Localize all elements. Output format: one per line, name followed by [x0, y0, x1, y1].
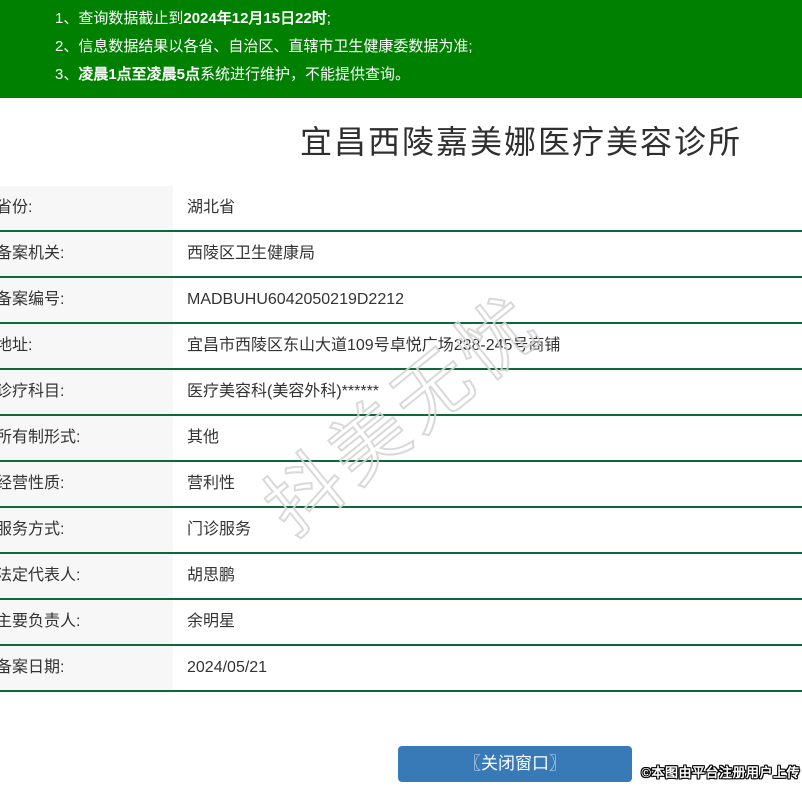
notice-text: ; — [326, 10, 331, 27]
table-row-filing-date: 备案日期: 2024/05/21 — [0, 646, 802, 692]
notice-text: 查询数据截止到 — [78, 10, 184, 27]
field-value: 余明星 — [173, 600, 802, 644]
upload-credit-watermark: ©本图由平台注册用户上传 — [641, 765, 800, 780]
field-value: 西陵区卫生健康局 — [173, 232, 802, 276]
table-row-principal: 主要负责人: 余明星 — [0, 600, 802, 646]
record-table: 省份: 湖北省 备案机关: 西陵区卫生健康局 备案编号: MADBUHU6042… — [0, 186, 802, 692]
table-row-service-mode: 服务方式: 门诊服务 — [0, 508, 802, 554]
notice-item-2: 2、信息数据结果以各省、自治区、直辖市卫生健康委数据为准; — [55, 33, 792, 61]
table-row-legal-representative: 法定代表人: 胡思鹏 — [0, 554, 802, 600]
field-label: 诊疗科目: — [0, 370, 173, 414]
field-value: 2024/05/21 — [173, 646, 802, 690]
field-label: 服务方式: — [0, 508, 173, 552]
notice-text: 系统进行维护，不能提供查询。 — [200, 66, 411, 83]
table-row-operating-nature: 经营性质: 营利性 — [0, 462, 802, 508]
field-value: MADBUHU6042050219D2212 — [173, 278, 802, 322]
field-value: 其他 — [173, 416, 802, 460]
field-value: 门诊服务 — [173, 508, 802, 552]
table-row-filing-authority: 备案机关: 西陵区卫生健康局 — [0, 232, 802, 278]
field-label: 备案机关: — [0, 232, 173, 276]
field-label: 省份: — [0, 186, 173, 230]
notice-text: 信息数据结果以各省、自治区、直辖市卫生健康委数据为准; — [78, 38, 473, 55]
notice-text-bold: 2024年12月15日22时 — [183, 10, 327, 27]
field-label: 地址: — [0, 324, 173, 368]
table-row-address: 地址: 宜昌市西陵区东山大道109号卓悦广场238-245号商铺 — [0, 324, 802, 370]
field-label: 经营性质: — [0, 462, 173, 506]
field-label: 法定代表人: — [0, 554, 173, 598]
table-row-ownership-type: 所有制形式: 其他 — [0, 416, 802, 462]
notice-item-1: 1、查询数据截止到2024年12月15日22时; — [55, 5, 792, 33]
table-row-province: 省份: 湖北省 — [0, 186, 802, 232]
notice-number: 2、 — [55, 38, 79, 55]
field-value: 营利性 — [173, 462, 802, 506]
close-window-button[interactable]: 〖关闭窗口〗 — [398, 746, 632, 782]
field-label: 主要负责人: — [0, 600, 173, 644]
field-label: 备案编号: — [0, 278, 173, 322]
field-value: 宜昌市西陵区东山大道109号卓悦广场238-245号商铺 — [173, 324, 802, 368]
notice-number: 1、 — [55, 10, 79, 27]
notice-banner: 1、查询数据截止到2024年12月15日22时; 2、信息数据结果以各省、自治区… — [0, 0, 802, 98]
table-row-filing-number: 备案编号: MADBUHU6042050219D2212 — [0, 278, 802, 324]
notice-item-3: 3、凌晨1点至凌晨5点系统进行维护，不能提供查询。 — [55, 61, 792, 89]
field-label: 所有制形式: — [0, 416, 173, 460]
table-row-medical-subjects: 诊疗科目: 医疗美容科(美容外科)****** — [0, 370, 802, 416]
field-label: 备案日期: — [0, 646, 173, 690]
field-value: 医疗美容科(美容外科)****** — [173, 370, 802, 414]
field-value: 湖北省 — [173, 186, 802, 230]
page-title: 宜昌西陵嘉美娜医疗美容诊所 — [299, 124, 742, 160]
notice-number: 3、 — [55, 66, 79, 83]
notice-text-bold: 凌晨1点至凌晨5点 — [78, 66, 201, 83]
field-value: 胡思鹏 — [173, 554, 802, 598]
